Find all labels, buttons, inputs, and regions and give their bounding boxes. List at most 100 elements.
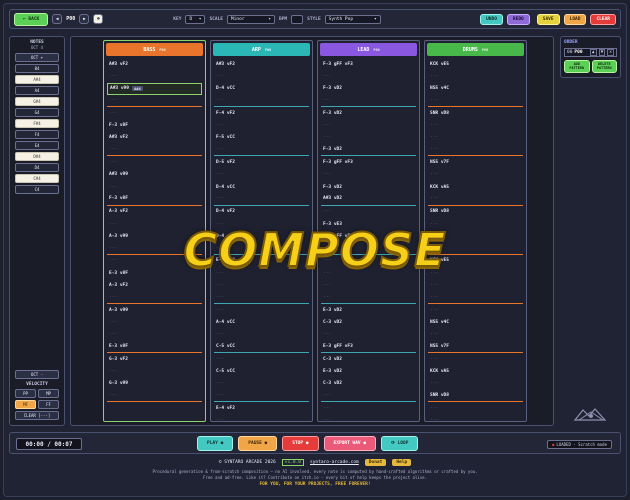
pattern-cell[interactable]: ---	[428, 70, 523, 82]
pattern-cell[interactable]: ---	[428, 169, 523, 181]
note-key-fs4[interactable]: F#4	[15, 119, 59, 128]
pattern-cell[interactable]: ---	[214, 292, 309, 304]
pattern-cell[interactable]: E-4 vF2	[214, 402, 309, 414]
pattern-cell[interactable]: ---	[107, 181, 202, 193]
pattern-cell[interactable]: A#3 vF2	[107, 58, 202, 70]
pattern-cell[interactable]: SNR vD8	[428, 390, 523, 403]
pattern-cell[interactable]: ---	[428, 402, 523, 414]
pattern-cell[interactable]: E-3 v8F	[107, 267, 202, 279]
pattern-cell[interactable]: ---	[321, 70, 416, 82]
pattern-cell[interactable]: ---	[214, 279, 309, 291]
pattern-cell[interactable]: ---	[214, 378, 309, 390]
pattern-cell[interactable]: ---	[107, 316, 202, 328]
pattern-cell[interactable]: ---	[321, 169, 416, 181]
pattern-cell[interactable]: F-3 gFF vF3	[321, 58, 416, 70]
track-header-arp[interactable]: ARP P00	[213, 43, 310, 56]
pattern-cell[interactable]: D-4 vCC	[214, 181, 309, 193]
track-header-lead[interactable]: LEAD P00	[320, 43, 417, 56]
pattern-cell[interactable]: ---	[214, 144, 309, 157]
pattern-cell[interactable]: NS5 v7F	[428, 156, 523, 168]
pattern-cell[interactable]: A#3 v99 A#4	[107, 82, 202, 95]
pattern-cell[interactable]: ---	[321, 329, 416, 341]
pattern-cell[interactable]: F-3 vD2	[321, 107, 416, 119]
delete-pattern-button[interactable]: DELETE PATTERN	[591, 60, 617, 73]
pattern-cell[interactable]: ---	[107, 70, 202, 82]
save-button[interactable]: SAVE	[536, 13, 560, 25]
order-entry[interactable]: 00 P00 ▲ ▼ ✕	[564, 48, 617, 57]
add-pattern-button[interactable]: ADD PATTERN	[564, 60, 590, 73]
note-key-g4[interactable]: G4	[15, 108, 59, 117]
note-key-a4[interactable]: A4	[15, 86, 59, 95]
pattern-cell[interactable]: ---	[107, 144, 202, 157]
scale-select[interactable]: Minor ▾	[226, 14, 275, 24]
pattern-cell[interactable]: ---	[428, 329, 523, 341]
pattern-cell[interactable]: ---	[428, 353, 523, 365]
pattern-cell[interactable]: ---	[214, 390, 309, 403]
pattern-cell[interactable]: E-3 vD2	[321, 304, 416, 316]
pattern-cell[interactable]: D-4 vCC	[214, 83, 309, 95]
style-select[interactable]: Synth Pop ▾	[324, 14, 381, 24]
pattern-cell[interactable]: F-3 gFF vF3	[321, 156, 416, 168]
pattern-cell[interactable]: ---	[107, 292, 202, 304]
arrow-down-icon[interactable]: ▼	[598, 49, 606, 56]
velocity-mp-button[interactable]: MP	[38, 389, 59, 398]
pattern-cell[interactable]: G-3 vF2	[107, 353, 202, 365]
pattern-cell[interactable]: C-3 vD2	[321, 353, 416, 365]
pattern-cell[interactable]: E-3 gFF vF3	[321, 341, 416, 354]
pattern-cell[interactable]: C-3 vD2	[321, 378, 416, 390]
prev-pattern-button[interactable]: ◀	[52, 14, 63, 24]
bpm-input[interactable]	[291, 14, 304, 24]
pattern-cell[interactable]: ---	[214, 218, 309, 230]
pattern-cell[interactable]: ---	[321, 206, 416, 218]
note-key-as4[interactable]: A#4	[15, 75, 59, 84]
pattern-cell[interactable]: A-3 v99	[107, 304, 202, 316]
pattern-cell[interactable]: ---	[321, 390, 416, 403]
clear-note-button[interactable]: CLEAR [---]	[15, 411, 59, 420]
pattern-cell[interactable]: ---	[321, 95, 416, 108]
pattern-cell[interactable]: ---	[321, 402, 416, 414]
pattern-cell[interactable]: ---	[428, 132, 523, 144]
pattern-cell[interactable]: SNR vD8	[428, 206, 523, 218]
help-button[interactable]: Help	[392, 459, 412, 466]
pattern-cell[interactable]: NS5 v4C	[428, 83, 523, 95]
pattern-cell[interactable]: A#3 vD2	[321, 193, 416, 206]
pattern-cell[interactable]: ---	[428, 279, 523, 291]
pattern-cell[interactable]: ---	[107, 242, 202, 255]
pattern-cell[interactable]: E-4 vF2	[214, 255, 309, 267]
pattern-cell[interactable]: NS5 v7F	[428, 341, 523, 354]
key-select[interactable]: D ▾	[185, 14, 206, 24]
avatar-icon[interactable]: ☻	[93, 14, 104, 24]
pattern-cell[interactable]: NS5 v4C	[428, 316, 523, 328]
pattern-cell[interactable]: C-5 vCC	[214, 365, 309, 377]
pause-button[interactable]: PAUSE ●	[238, 436, 278, 451]
velocity-ff-button[interactable]: FF	[38, 400, 59, 409]
pattern-cell[interactable]: A#3 v99	[107, 169, 202, 181]
pattern-cell[interactable]: KCK vA5	[428, 365, 523, 377]
pattern-cell[interactable]: ---	[214, 193, 309, 206]
pattern-cell[interactable]: F-3 vD2	[321, 83, 416, 95]
redo-button[interactable]: REDO	[506, 13, 530, 25]
pattern-cell[interactable]: ---	[428, 292, 523, 304]
pattern-cell[interactable]: ---	[214, 169, 309, 181]
note-key-ds4[interactable]: D#4	[15, 152, 59, 161]
undo-button[interactable]: UNDO	[480, 13, 503, 25]
pattern-cell[interactable]: ---	[321, 279, 416, 291]
pattern-cell[interactable]: ---	[321, 267, 416, 279]
pattern-cell[interactable]: ---	[214, 242, 309, 255]
pattern-cell[interactable]: A#3 vF2	[107, 132, 202, 144]
pattern-cell[interactable]: ---	[428, 144, 523, 157]
pattern-cell[interactable]: ---	[107, 95, 202, 108]
pattern-cell[interactable]: ---	[428, 193, 523, 206]
pattern-cell[interactable]: ---	[321, 292, 416, 304]
pattern-cell[interactable]: F-3 v8F	[107, 193, 202, 206]
pattern-cell[interactable]: ---	[428, 304, 523, 316]
donate-button[interactable]: Donat	[364, 459, 387, 466]
note-key-cs4[interactable]: C#4	[15, 174, 59, 183]
pattern-cell[interactable]: ---	[214, 415, 309, 421]
pattern-cell[interactable]: ---	[107, 255, 202, 267]
pattern-cell[interactable]: ---	[214, 70, 309, 82]
pattern-cell[interactable]: F-4 vF2	[214, 107, 309, 119]
pattern-cell[interactable]: E-3 v8F	[107, 341, 202, 354]
pattern-cell[interactable]: ---	[107, 218, 202, 230]
pattern-cell[interactable]: G-3 v99	[107, 378, 202, 390]
